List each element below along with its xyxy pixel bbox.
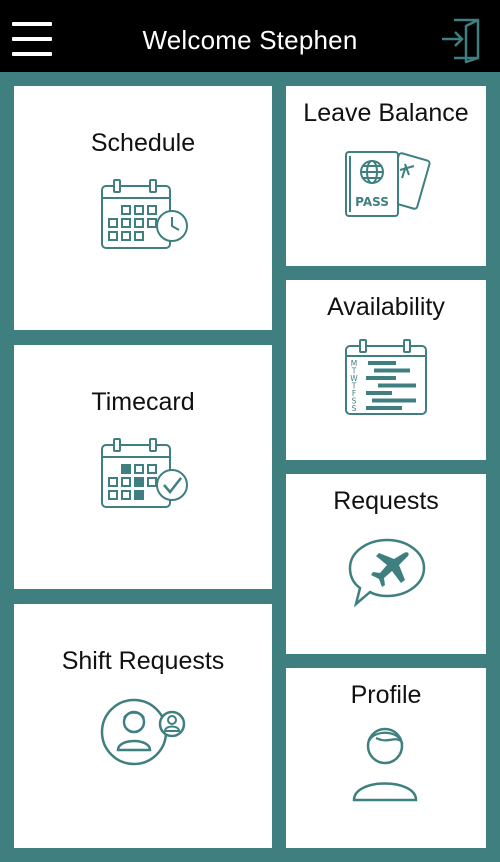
weekly-availability-icon: M T W T F S S bbox=[344, 338, 430, 418]
passport-ticket-icon: PASS bbox=[342, 148, 432, 220]
tile-shift-requests[interactable]: Shift Requests bbox=[14, 604, 272, 848]
calendar-check-icon bbox=[100, 437, 190, 513]
day-label: S bbox=[352, 404, 357, 413]
user-swap-icon bbox=[100, 696, 200, 768]
logout-icon[interactable] bbox=[440, 14, 484, 64]
page-title: Welcome Stephen bbox=[142, 25, 358, 55]
tile-timecard-label: Timecard bbox=[91, 388, 195, 416]
pass-text: PASS bbox=[355, 195, 389, 209]
menu-bar bbox=[12, 52, 52, 56]
tile-availability-label: Availability bbox=[327, 293, 445, 321]
tile-profile-label: Profile bbox=[350, 681, 422, 709]
menu-bar bbox=[12, 22, 52, 26]
hamburger-menu-icon[interactable] bbox=[12, 20, 52, 58]
tile-leave-balance[interactable]: Leave Balance PASS bbox=[286, 86, 486, 266]
app-header: Welcome Stephen bbox=[0, 0, 500, 72]
tile-leave-balance-label: Leave Balance bbox=[303, 99, 469, 127]
tile-requests[interactable]: Requests bbox=[286, 474, 486, 654]
tile-availability[interactable]: Availability M T W T F S S bbox=[286, 280, 486, 460]
tile-schedule-label: Schedule bbox=[90, 129, 196, 157]
tile-profile[interactable]: Profile bbox=[286, 668, 486, 848]
calendar-clock-icon bbox=[100, 178, 190, 254]
tile-shift-requests-label: Shift Requests bbox=[61, 647, 225, 675]
tile-requests-label: Requests bbox=[333, 487, 439, 515]
tile-timecard[interactable]: Timecard bbox=[14, 345, 272, 589]
user-profile-icon bbox=[350, 724, 420, 804]
tile-schedule[interactable]: Schedule bbox=[14, 86, 272, 330]
airplane-speech-bubble-icon bbox=[344, 534, 430, 608]
menu-bar bbox=[12, 37, 52, 41]
